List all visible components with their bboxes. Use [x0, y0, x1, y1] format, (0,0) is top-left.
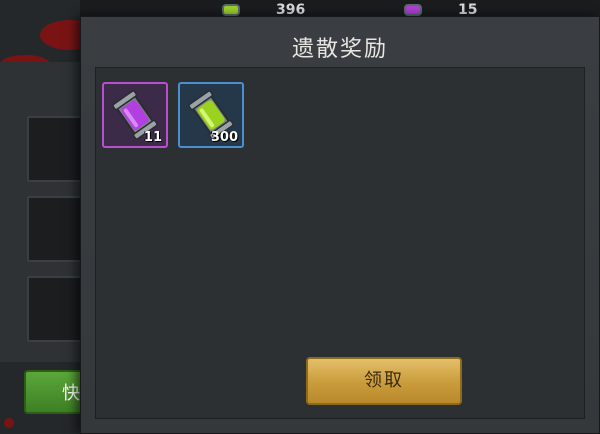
- reward-count: 300: [210, 130, 238, 145]
- background-slot: [27, 196, 83, 262]
- reward-dialog: 遗散奖励 11 300 领取: [80, 16, 600, 434]
- blood-splatter: [4, 418, 14, 428]
- reward-count: 11: [143, 130, 162, 145]
- reward-item-green-vial[interactable]: 300: [178, 82, 244, 148]
- reward-item-purple-vial[interactable]: 11: [102, 82, 168, 148]
- claim-button[interactable]: 领取: [306, 357, 462, 405]
- dialog-title: 遗散奖励: [291, 37, 388, 62]
- background-slot: [27, 276, 83, 342]
- background-slot: [27, 116, 83, 182]
- background-panel: [0, 62, 85, 362]
